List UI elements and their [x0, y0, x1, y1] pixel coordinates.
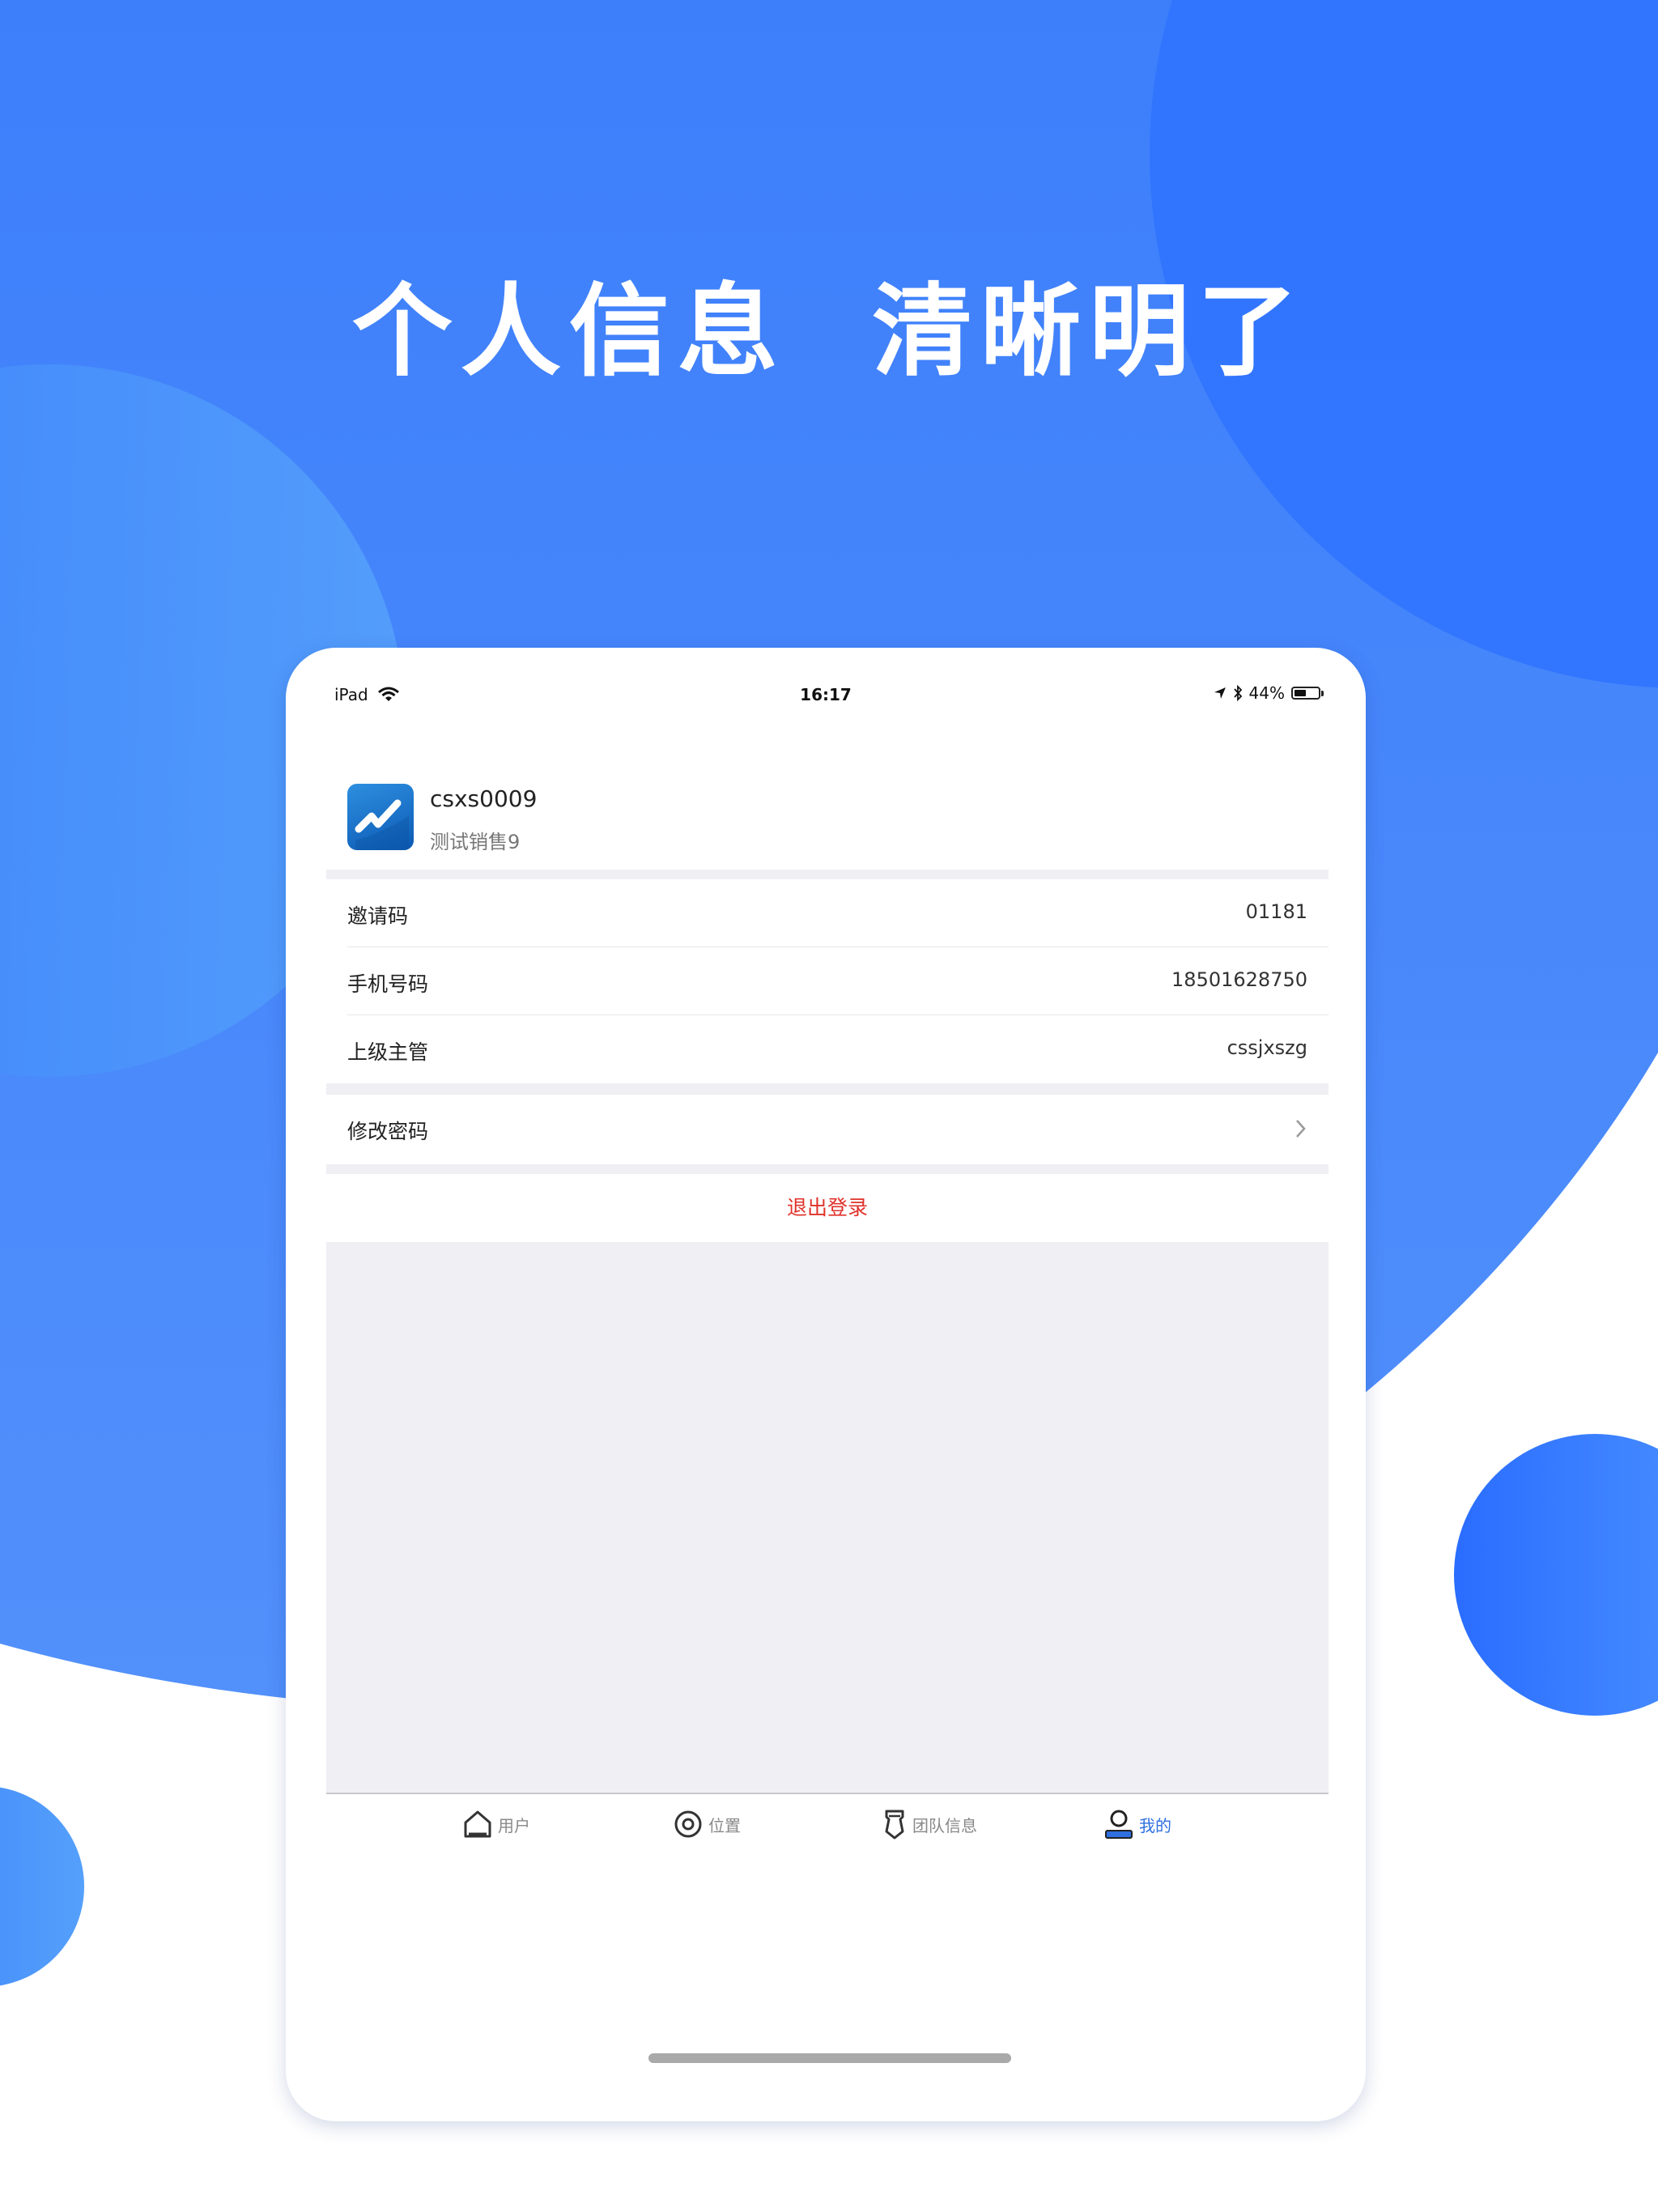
info-row-phone: 手机号码 18501628750: [326, 947, 1329, 1015]
profile-icon: [1105, 1810, 1133, 1839]
status-right: 44%: [1207, 683, 1324, 703]
change-password-row[interactable]: 修改密码: [326, 1095, 1329, 1164]
tab-team-info[interactable]: 团队信息: [882, 1809, 977, 1840]
phone-value: 18501628750: [1171, 968, 1307, 991]
phone-label: 手机号码: [347, 972, 429, 996]
bottom-left-circle: [0, 1787, 84, 1986]
profile-header[interactable]: csxs0009 测试销售9: [326, 737, 1329, 870]
logout-button[interactable]: 退出登录: [326, 1174, 1329, 1242]
tab-mine-label: 我的: [1139, 1815, 1171, 1836]
team-badge-icon: [885, 1810, 904, 1840]
bluetooth-icon: [1233, 685, 1242, 701]
info-row-invite-code: 邀请码 01181: [326, 879, 1329, 947]
profile-display-name: 测试销售9: [430, 831, 521, 853]
battery-icon: [1291, 687, 1320, 700]
tab-mine[interactable]: 我的: [1103, 1809, 1171, 1840]
home-icon: [464, 1810, 491, 1838]
invite-code-value: 01181: [1245, 900, 1307, 923]
tab-location[interactable]: 位置: [673, 1809, 741, 1840]
tab-users-label: 用户: [498, 1815, 530, 1836]
location-arrow-icon: [1214, 687, 1226, 699]
empty-area: [326, 1242, 1329, 1793]
avatar: [347, 784, 414, 850]
tab-users[interactable]: 用户: [462, 1809, 530, 1840]
supervisor-value: cssjxszg: [1226, 1036, 1307, 1059]
tab-team-info-label: 团队信息: [912, 1815, 977, 1836]
battery-percent: 44%: [1248, 683, 1285, 703]
home-indicator[interactable]: [648, 2053, 1011, 2063]
battery-cap: [1321, 690, 1324, 696]
ipad-frame: iPad 16:17 44% csxs0009 测试销售9 邀请码 01181 …: [286, 648, 1366, 2121]
info-row-supervisor: 上级主管 cssjxszg: [326, 1015, 1329, 1083]
app-logo-icon: [355, 799, 409, 850]
section-separator: [326, 870, 1329, 879]
right-circle: [1454, 1434, 1658, 1716]
section-separator: [326, 1083, 1329, 1095]
profile-page: csxs0009 测试销售9 邀请码 01181 手机号码 1850162875…: [326, 737, 1329, 1793]
location-target-icon: [674, 1810, 702, 1838]
tab-location-label: 位置: [708, 1815, 741, 1836]
section-separator: [326, 1164, 1329, 1174]
invite-code-label: 邀请码: [347, 904, 409, 928]
tab-bar: 用户 位置 团队信息 我的: [326, 1793, 1329, 1875]
status-time: 16:17: [800, 685, 852, 704]
change-password-label: 修改密码: [347, 1120, 429, 1143]
headline: 个人信息 清晰明了: [351, 274, 1307, 390]
supervisor-label: 上级主管: [347, 1040, 429, 1064]
status-bar: iPad 16:17 44%: [286, 648, 1366, 737]
profile-username: csxs0009: [430, 785, 538, 812]
chevron-right-icon: [1296, 1120, 1306, 1138]
